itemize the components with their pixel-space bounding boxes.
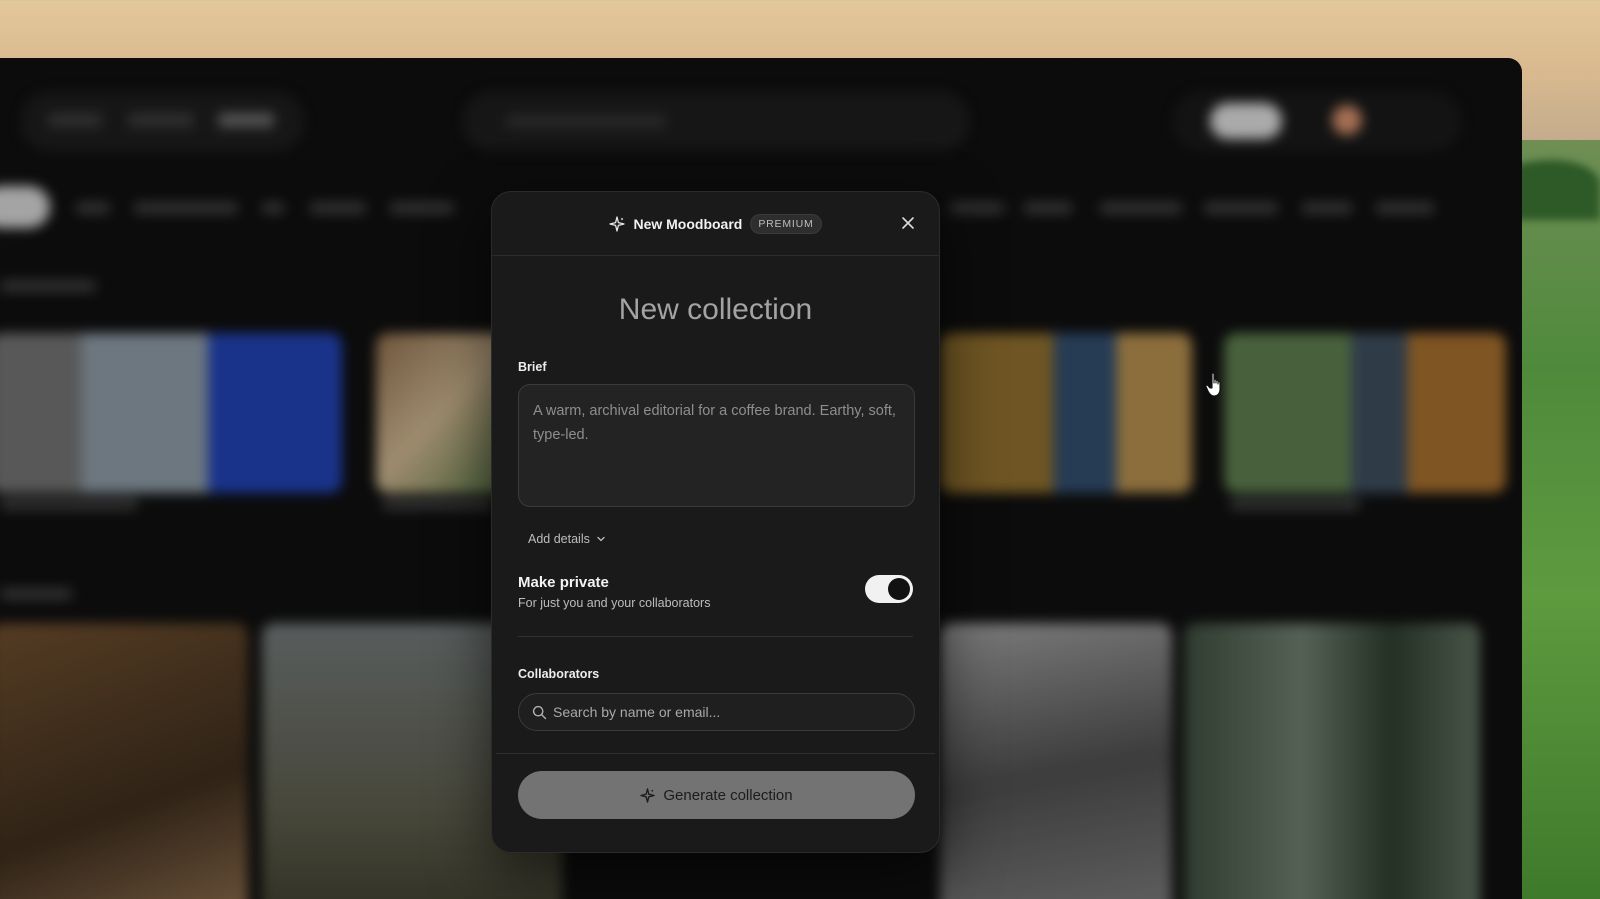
make-private-subtitle: For just you and your collaborators: [518, 596, 711, 610]
make-private-row: Make private For just you and your colla…: [518, 574, 913, 614]
top-nav-pill: [20, 91, 305, 151]
premium-badge: PREMIUM: [750, 213, 822, 234]
sparkle-icon: [640, 787, 656, 803]
add-details-label: Add details: [528, 532, 590, 546]
collaborator-search-field: [518, 693, 915, 731]
brief-textarea[interactable]: [518, 384, 915, 507]
modal-title: New Moodboard: [633, 215, 743, 232]
collaborators-label: Collaborators: [518, 667, 600, 681]
brief-label: Brief: [518, 360, 547, 374]
collaborator-search-input[interactable]: [553, 694, 903, 730]
hand-pointer-icon: [1205, 372, 1221, 397]
search-icon: [532, 705, 547, 720]
close-icon[interactable]: [899, 214, 917, 232]
top-right-controls: [1172, 91, 1462, 151]
make-private-toggle[interactable]: [865, 575, 913, 603]
footer-divider: [496, 753, 935, 754]
make-private-title: Make private: [518, 574, 609, 591]
add-details-toggle[interactable]: Add details: [528, 532, 606, 546]
modal-header: New Moodboard PREMIUM: [492, 192, 939, 256]
top-search-pill: [462, 91, 970, 151]
collection-heading: New collection: [618, 293, 813, 326]
generate-collection-label: Generate collection: [663, 786, 793, 804]
chevron-down-icon: [597, 536, 605, 542]
generate-collection-button[interactable]: Generate collection: [518, 771, 915, 819]
section-divider: [518, 636, 913, 637]
sparkle-icon: [609, 215, 626, 232]
new-moodboard-modal: New Moodboard PREMIUM New collection Bri…: [491, 191, 940, 853]
